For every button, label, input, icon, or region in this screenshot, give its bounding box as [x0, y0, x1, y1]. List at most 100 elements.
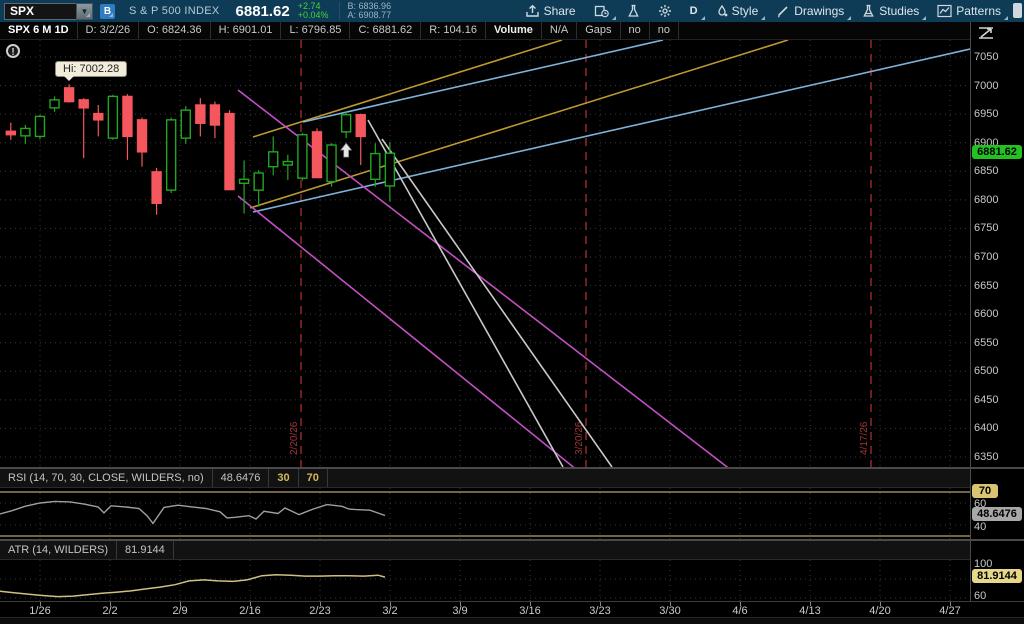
atr-study-label[interactable]: ATR (14, WILDERS): [0, 541, 117, 559]
candlestick-chart-svg[interactable]: 2/20/263/20/264/17/26: [0, 40, 970, 467]
candle-down[interactable]: [312, 132, 321, 178]
toolbar-button-gear[interactable]: [649, 0, 681, 22]
atr-plot[interactable]: [0, 560, 970, 601]
beaker-icon: [627, 4, 640, 18]
candle-up[interactable]: [327, 145, 336, 182]
maximize-chart-icon[interactable]: [977, 26, 995, 45]
event-marker-label: 4/17/26: [859, 421, 870, 455]
high-price-callout: Hi: 7002.28: [55, 61, 127, 77]
rsi-chart-svg[interactable]: [0, 488, 970, 539]
symbol-dropdown-button[interactable]: ▼: [76, 3, 93, 20]
candle-up[interactable]: [283, 162, 292, 165]
info-toggle-na[interactable]: N/A: [542, 22, 577, 39]
candle-down[interactable]: [138, 120, 147, 152]
info-toggle-no[interactable]: no: [621, 22, 650, 39]
time-axis-label: 4/27: [939, 605, 960, 617]
time-axis-label: 4/13: [799, 605, 820, 617]
toolbar-button-beaker[interactable]: [618, 0, 649, 22]
toolbar-button-patterns[interactable]: Patterns: [928, 0, 1010, 22]
toolbar-button-drawings[interactable]: Drawings: [767, 0, 853, 22]
time-axis-label: 3/9: [452, 605, 467, 617]
candle-up[interactable]: [167, 120, 176, 190]
candle-down[interactable]: [356, 115, 365, 137]
share-icon: [525, 4, 540, 18]
price-axis-label: 6550: [974, 337, 998, 349]
toolbar-button-d[interactable]: D: [681, 0, 707, 22]
atr-header: ATR (14, WILDERS) 81.9144: [0, 541, 970, 560]
candle-up[interactable]: [385, 153, 394, 186]
candle-down[interactable]: [196, 105, 205, 123]
rsi-plot[interactable]: [0, 488, 970, 539]
candle-down[interactable]: [65, 88, 74, 102]
candle-down[interactable]: [225, 114, 234, 190]
info-toggle-no[interactable]: no: [650, 22, 679, 39]
price-axis-label: 6800: [974, 194, 998, 206]
info-toggle-gaps[interactable]: Gaps: [577, 22, 620, 39]
candle-up[interactable]: [342, 115, 351, 132]
broker-badge[interactable]: B: [100, 4, 115, 19]
up-arrow-signal[interactable]: [341, 143, 352, 157]
toolbar-button-report[interactable]: [585, 0, 618, 22]
patterns-icon: [937, 4, 952, 18]
candle-up[interactable]: [254, 173, 263, 190]
toolbar-buttons: Share D Style Drawings StudiesPatterns: [516, 0, 1010, 22]
trendline[interactable]: [253, 40, 562, 137]
candle-up[interactable]: [269, 152, 278, 167]
candle-up[interactable]: [240, 179, 249, 183]
symbol-box: SPX ▼: [4, 3, 93, 20]
alert-warning-icon[interactable]: !: [6, 44, 20, 58]
ohlc-info-bar: SPX 6 M 1D D: 3/2/26O: 6824.36H: 6901.01…: [0, 22, 1024, 40]
price-axis-label: 6850: [974, 165, 998, 177]
candle-up[interactable]: [371, 154, 380, 180]
rsi-high-band: 70: [299, 469, 328, 487]
price-change-block: +2.74 +0.04%: [298, 2, 329, 20]
price-axis-label: 6950: [974, 108, 998, 120]
toolbar-button-label: Drawings: [794, 4, 844, 18]
candle-up[interactable]: [35, 116, 44, 136]
candle-up[interactable]: [50, 100, 59, 108]
time-axis[interactable]: 1/262/22/92/162/233/23/93/163/233/304/64…: [0, 601, 1024, 617]
style-icon: [716, 4, 728, 18]
rsi-high-badge: 70: [972, 484, 998, 498]
trendline[interactable]: [368, 120, 563, 467]
atr-value-badge: 81.9144: [972, 569, 1022, 583]
toolbar-button-label: Style: [732, 4, 759, 18]
rsi-header: RSI (14, 70, 30, CLOSE, WILDERS, no) 48.…: [0, 469, 970, 488]
window-edge-control[interactable]: [1013, 3, 1022, 18]
trendline[interactable]: [382, 139, 612, 467]
rsi-axis-label: 40: [974, 521, 986, 533]
candle-up[interactable]: [21, 128, 30, 135]
rsi-study-label[interactable]: RSI (14, 70, 30, CLOSE, WILDERS, no): [0, 469, 213, 487]
main-chart-canvas[interactable]: 2/20/263/20/264/17/26: [0, 40, 970, 467]
candle-up[interactable]: [181, 110, 190, 138]
symbol-input[interactable]: SPX: [4, 3, 76, 20]
toolbar-button-label: D: [690, 5, 698, 17]
candle-down[interactable]: [94, 114, 103, 120]
info-toggle-volume[interactable]: Volume: [486, 22, 542, 39]
rsi-line: [0, 501, 385, 523]
candle-up[interactable]: [298, 135, 307, 178]
trendline[interactable]: [303, 40, 663, 122]
trendline[interactable]: [250, 40, 788, 208]
ohlc-cell: C: 6881.62: [350, 22, 421, 39]
price-axis-label: 6350: [974, 451, 998, 463]
last-price: 6881.62: [236, 3, 290, 20]
time-scrollbar[interactable]: [0, 617, 1024, 624]
candle-down[interactable]: [79, 100, 88, 108]
candle-down[interactable]: [123, 96, 132, 136]
price-axis-label: 7050: [974, 51, 998, 63]
candle-down[interactable]: [6, 131, 15, 134]
candle-down[interactable]: [210, 105, 219, 125]
last-price-badge: 6881.62: [972, 145, 1022, 159]
toolbar-button-share[interactable]: Share: [516, 0, 585, 22]
price-axis-label: 6450: [974, 394, 998, 406]
toolbar-button-label: Share: [544, 4, 576, 18]
rsi-low-band: 30: [269, 469, 298, 487]
atr-chart-svg[interactable]: [0, 560, 970, 601]
toolbar-button-style[interactable]: Style: [707, 0, 768, 22]
candle-down[interactable]: [152, 172, 161, 203]
toolbar-button-studies[interactable]: Studies: [853, 0, 928, 22]
time-axis-label: 4/20: [869, 605, 890, 617]
price-axis-label: 6600: [974, 308, 998, 320]
candle-up[interactable]: [108, 96, 117, 138]
